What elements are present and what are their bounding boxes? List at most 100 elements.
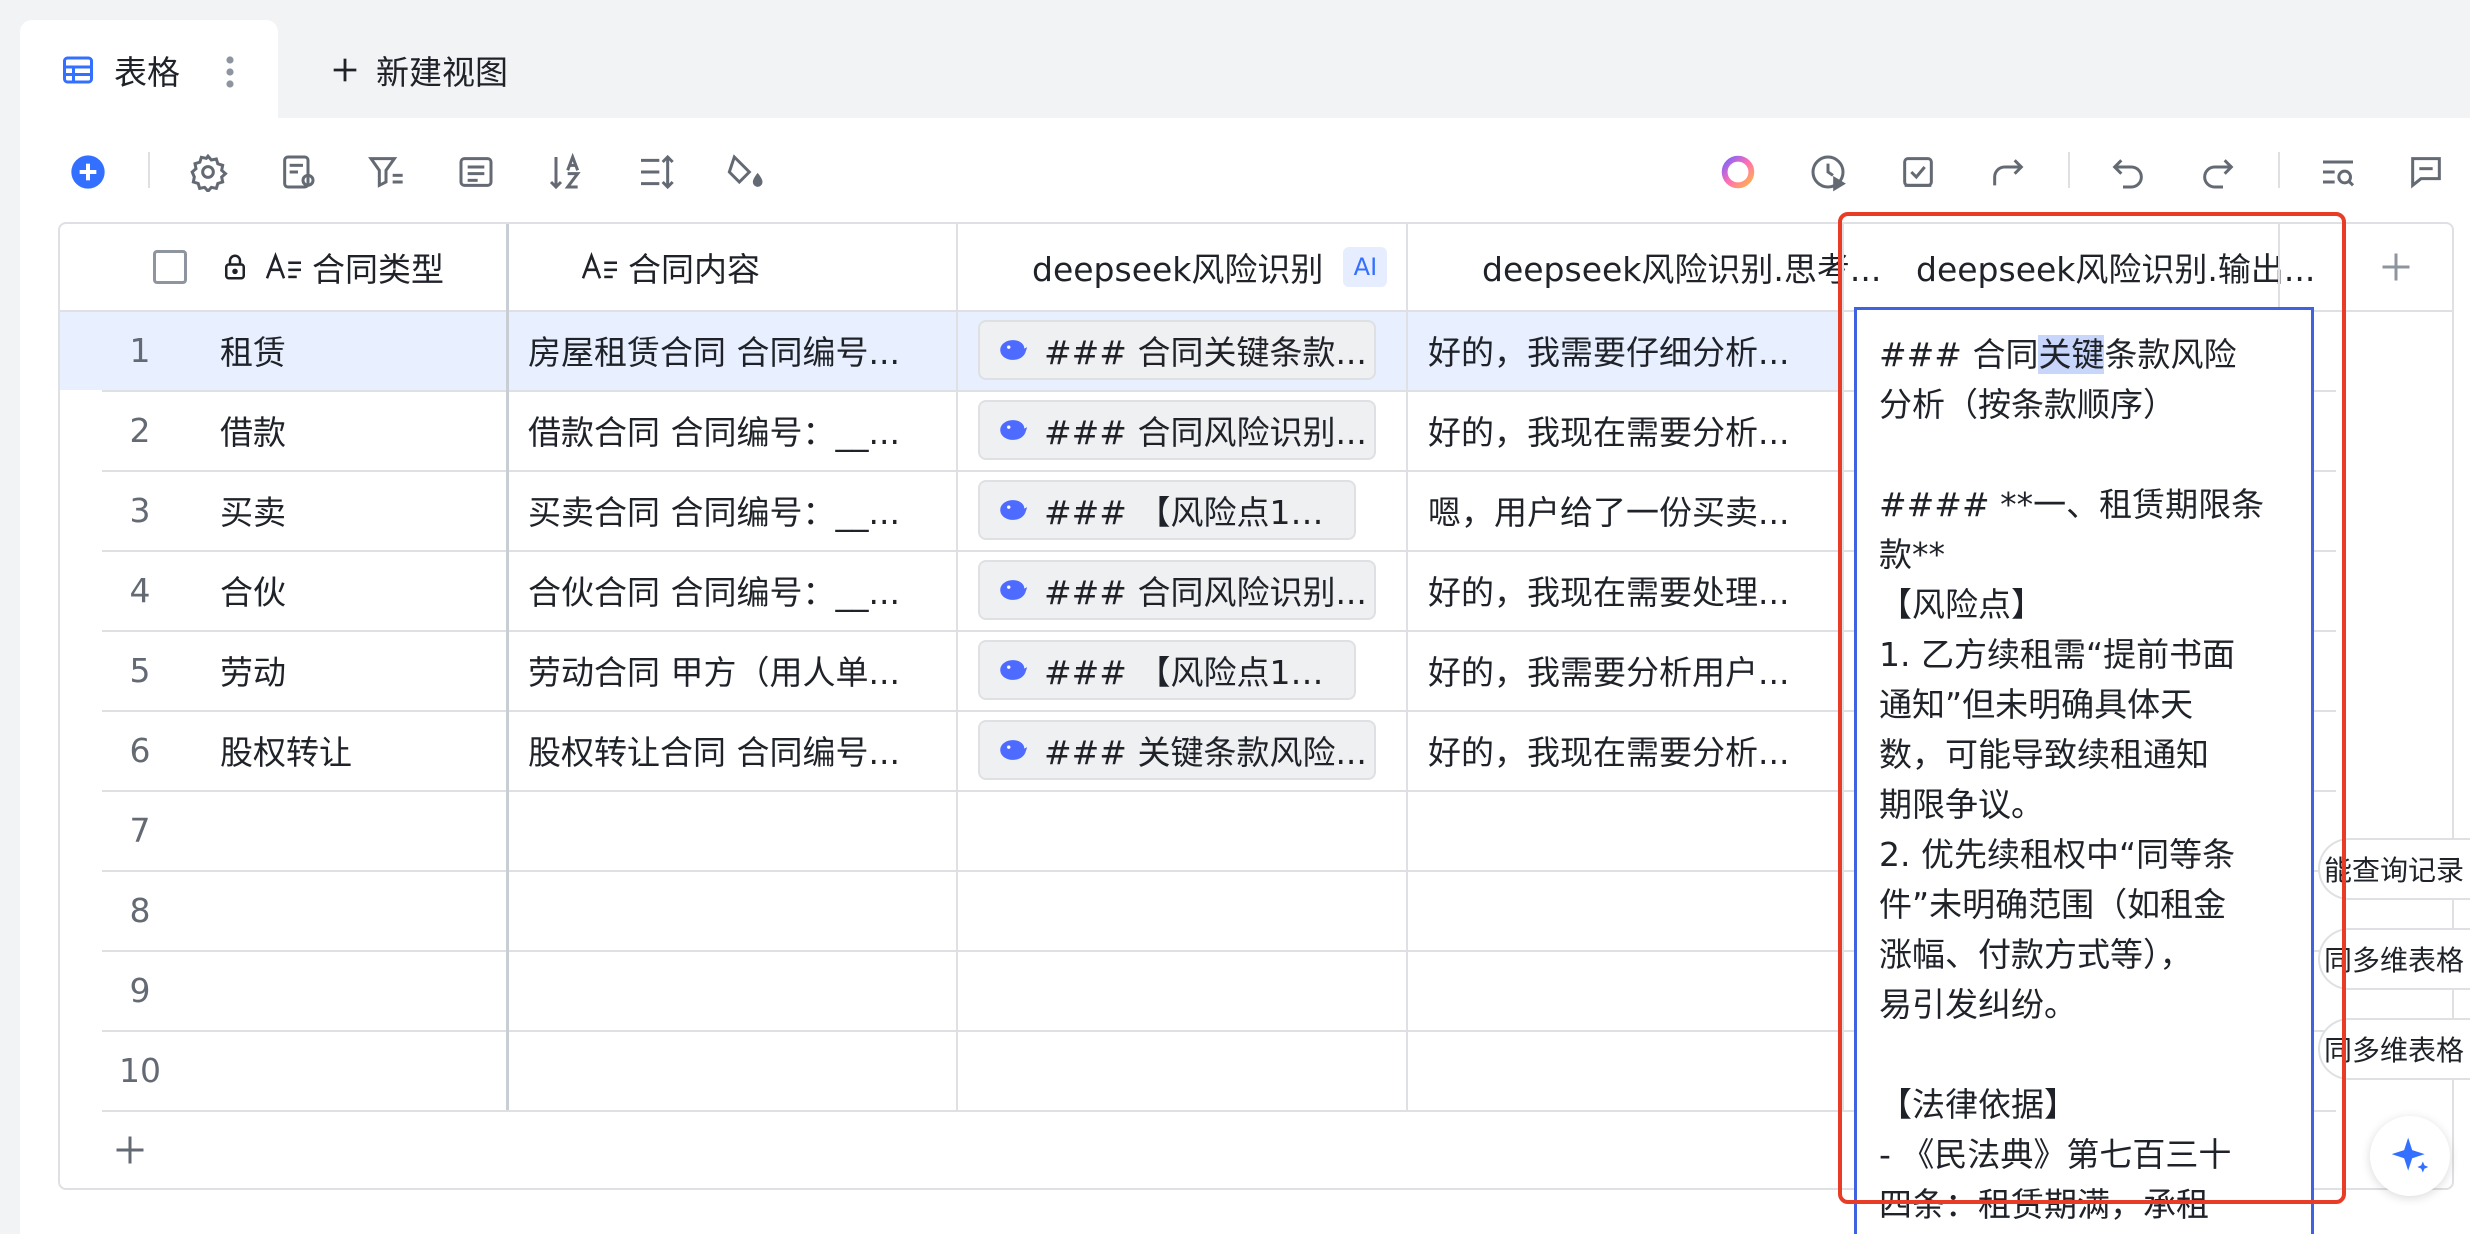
- side-item-label: 同多维表格: [2324, 1034, 2465, 1067]
- row-number: 8: [129, 890, 151, 930]
- automation-button[interactable]: [1806, 150, 1850, 194]
- add-row-button[interactable]: [100, 1120, 160, 1180]
- expanded-output-cell[interactable]: ### 合同关键条款风险 分析（按条款顺序） #### **一、租赁期限条 款*…: [1854, 307, 2314, 1234]
- paint-bucket-icon: [727, 154, 763, 187]
- cell-type[interactable]: 合伙: [220, 550, 506, 630]
- filter-icon: [368, 157, 403, 188]
- cell-type[interactable]: 股权转让: [220, 710, 506, 790]
- expanded-text: ### 合同: [1879, 335, 2039, 374]
- column-header-type[interactable]: 合同类型: [220, 224, 566, 310]
- add-column-button[interactable]: [2336, 224, 2452, 310]
- cell-type[interactable]: 买卖: [220, 470, 506, 550]
- deepseek-whale-icon: [1000, 580, 1028, 600]
- cell-content[interactable]: 买卖合同 合同编号：__...: [528, 470, 938, 550]
- column-header-output[interactable]: deepseek风险识别.输出...: [1896, 224, 2336, 310]
- sparkle-icon: [2391, 1137, 2429, 1173]
- text-field-icon: [581, 252, 617, 279]
- select-all-checkbox[interactable]: [153, 250, 187, 284]
- history-icon: [1811, 155, 1846, 192]
- side-item-label: 能查询记录: [2324, 854, 2465, 887]
- risk-chip[interactable]: ### 合同风险识别...: [978, 400, 1376, 460]
- toolbar-divider: [2068, 152, 2070, 188]
- risk-chip[interactable]: ### 【风险点1】...: [978, 640, 1356, 700]
- ai-assistant-button[interactable]: [1716, 150, 1760, 194]
- tab-table-view[interactable]: 表格: [20, 20, 278, 120]
- row-number: 4: [129, 570, 151, 610]
- cell-content[interactable]: 股权转让合同 合同编号...: [528, 710, 938, 790]
- chip-text: ### 合同风险识别...: [1044, 573, 1367, 612]
- share-button[interactable]: [1986, 150, 2030, 194]
- redo-button[interactable]: [2196, 150, 2240, 194]
- field-settings-icon: [283, 155, 315, 189]
- risk-chip[interactable]: ### 合同关键条款...: [978, 320, 1376, 380]
- side-item-query-records[interactable]: 能查询记录: [2318, 838, 2470, 900]
- cell-text: 好的，我需要仔细分析...: [1428, 333, 1790, 372]
- more-vertical-icon[interactable]: [218, 52, 242, 92]
- row-height-icon: [641, 154, 674, 190]
- cell-text: 合伙合同 合同编号：__...: [528, 573, 900, 612]
- column-header-content[interactable]: 合同内容: [566, 224, 1010, 310]
- side-item-multidim-table[interactable]: 同多维表格: [2318, 1018, 2470, 1080]
- cell-think[interactable]: 好的，我现在需要分析...: [1428, 390, 1830, 470]
- filter-button[interactable]: [364, 150, 408, 194]
- row-number: 10: [119, 1050, 161, 1090]
- plus-icon: [333, 58, 357, 82]
- risk-chip[interactable]: ### 【风险点1：...: [978, 480, 1356, 540]
- expanded-text: 条款风险 分析（按条款顺序） #### **一、租赁期限条 款** 【风险点】 …: [1879, 335, 2265, 1224]
- undo-button[interactable]: [2106, 150, 2150, 194]
- risk-chip[interactable]: ### 关键条款风险...: [978, 720, 1376, 780]
- new-view-button[interactable]: 新建视图: [328, 44, 508, 96]
- view-tab-bar: 表格 新建视图: [0, 0, 2470, 120]
- cell-content[interactable]: 借款合同 合同编号：__...: [528, 390, 938, 470]
- cell-content[interactable]: 劳动合同 甲方（用人单...: [528, 630, 938, 710]
- task-button[interactable]: [1896, 150, 1940, 194]
- cell-text: 股权转让合同 合同编号...: [528, 733, 900, 772]
- search-button[interactable]: [2316, 150, 2360, 194]
- column-header-label: deepseek风险识别.思考...: [1482, 250, 1882, 289]
- add-record-button[interactable]: [66, 150, 110, 194]
- cell-text: 借款合同 合同编号：__...: [528, 413, 900, 452]
- chip-text: ### 【风险点1：...: [1044, 493, 1354, 532]
- comment-button[interactable]: [2404, 150, 2448, 194]
- risk-chip[interactable]: ### 合同风险识别...: [978, 560, 1376, 620]
- deepseek-whale-icon: [1000, 420, 1028, 440]
- cell-content[interactable]: 合伙合同 合同编号：__...: [528, 550, 938, 630]
- ai-badge: AI: [1343, 247, 1388, 287]
- cell-text: 买卖合同 合同编号：__...: [528, 493, 900, 532]
- group-button[interactable]: [454, 150, 498, 194]
- column-header-label: deepseek风险识别: [1032, 250, 1324, 289]
- cell-think[interactable]: 好的，我现在需要分析...: [1428, 710, 1830, 790]
- cell-type[interactable]: 劳动: [220, 630, 506, 710]
- cell-text: 买卖: [220, 493, 286, 532]
- plus-icon: [116, 1136, 144, 1164]
- side-item-multidim-table[interactable]: 同多维表格: [2318, 928, 2470, 990]
- cell-content[interactable]: 房屋租赁合同 合同编号...: [528, 310, 938, 390]
- cell-think[interactable]: 好的，我需要分析用户...: [1428, 630, 1830, 710]
- column-header-risk[interactable]: deepseek风险识别 AI: [1010, 224, 1460, 310]
- add-icon: [71, 155, 105, 189]
- comment-icon: [2411, 157, 2441, 189]
- row-number: 7: [129, 810, 151, 850]
- share-icon: [1993, 159, 2024, 186]
- lock-icon: [225, 254, 245, 280]
- toolbar-divider: [2278, 152, 2280, 188]
- cell-think[interactable]: 嗯，用户给了一份买卖...: [1428, 470, 1830, 550]
- field-config-button[interactable]: [276, 150, 320, 194]
- sort-az-icon: [549, 152, 581, 190]
- cell-type[interactable]: 借款: [220, 390, 506, 470]
- row-height-button[interactable]: [634, 150, 678, 194]
- cell-think[interactable]: 好的，我需要仔细分析...: [1428, 310, 1830, 390]
- settings-button[interactable]: [186, 150, 230, 194]
- cell-think[interactable]: 好的，我现在需要处理...: [1428, 550, 1830, 630]
- ai-assistant-fab[interactable]: [2370, 1116, 2450, 1196]
- cell-type[interactable]: 租赁: [220, 310, 506, 390]
- cell-text: 借款: [220, 413, 286, 452]
- column-header-think[interactable]: deepseek风险识别.思考...: [1460, 224, 1896, 310]
- sort-button[interactable]: [544, 150, 588, 194]
- column-header-label: 合同类型: [312, 250, 444, 289]
- select-all-cell: [120, 224, 220, 310]
- fill-color-button[interactable]: [724, 150, 768, 194]
- redo-icon: [2203, 159, 2234, 189]
- row-number: 1: [129, 330, 151, 370]
- cell-text: 好的，我需要分析用户...: [1428, 653, 1790, 692]
